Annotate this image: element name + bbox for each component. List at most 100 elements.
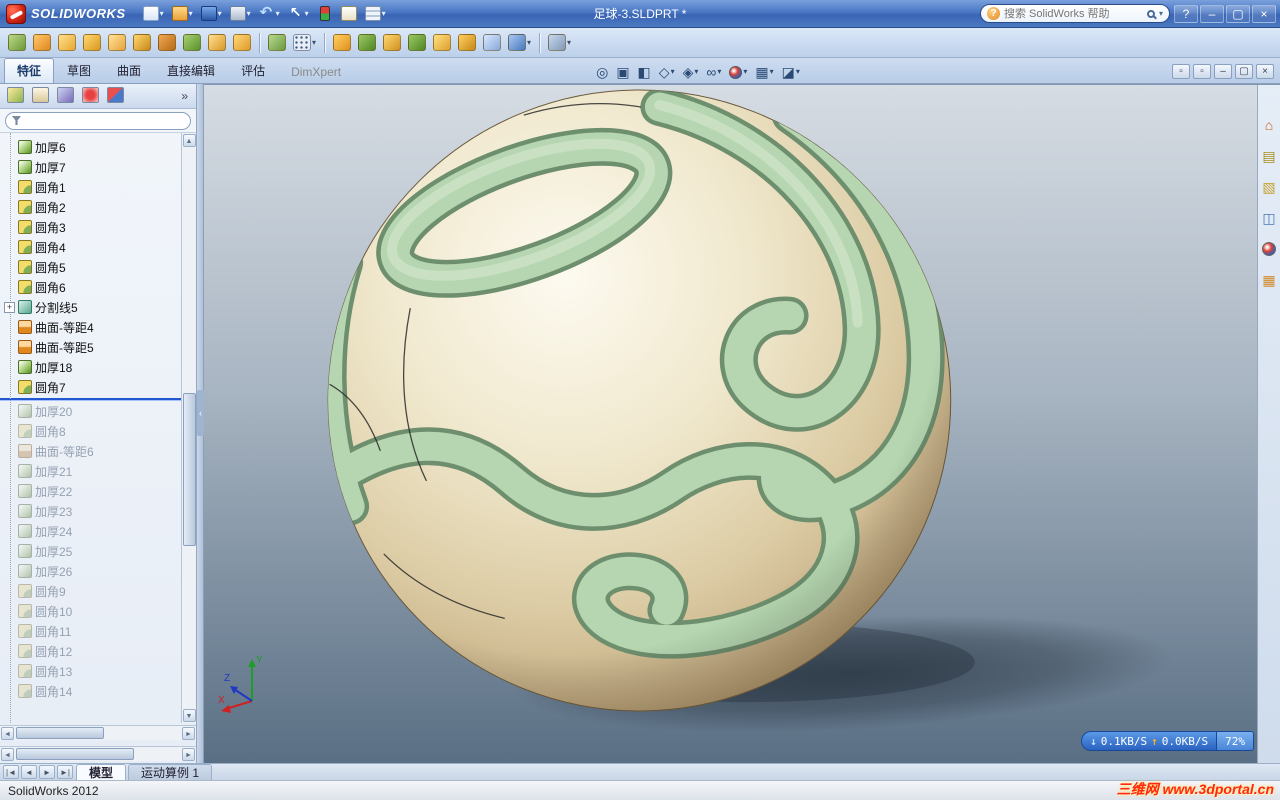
scroll-left-arrow[interactable]: ◄ bbox=[1, 747, 14, 761]
tab-features[interactable]: 特征 bbox=[4, 58, 55, 83]
expand-icon[interactable]: + bbox=[4, 301, 15, 313]
view-settings-button[interactable]: ◪ ▾ bbox=[780, 64, 802, 80]
tree-item[interactable]: 加厚18 bbox=[0, 357, 181, 377]
macro-tool-08-button[interactable] bbox=[181, 32, 203, 53]
macro-tool-17-button[interactable] bbox=[431, 32, 453, 53]
save-button[interactable]: ▾ bbox=[198, 4, 225, 23]
scroll-thumb[interactable] bbox=[16, 727, 105, 739]
tree-item[interactable]: 加厚23 bbox=[0, 501, 181, 521]
tree-item[interactable]: 加厚20 bbox=[0, 401, 181, 421]
design-library-button[interactable]: ▤ bbox=[1260, 146, 1279, 165]
custom-properties-button[interactable]: ▦ bbox=[1260, 270, 1279, 289]
tab-sketch[interactable]: 草图 bbox=[54, 58, 104, 83]
zoom-to-fit-button[interactable]: ◎ bbox=[594, 64, 610, 80]
dimxpertmanager-tab[interactable] bbox=[80, 85, 101, 108]
select-button[interactable]: ▾ bbox=[285, 4, 312, 23]
scroll-down-arrow[interactable]: ▼ bbox=[182, 709, 196, 722]
download-speed-overlay[interactable]: ↓ 0.1KB/S ↑ 0.0KB/S 72% bbox=[1081, 731, 1254, 751]
graphics-area[interactable]: Y X Z ⌂ ▤ ▧ ◫ ▦ ↓ 0.1KB/S ↑ 0.0KB/S 72% bbox=[204, 84, 1280, 763]
nav-prev-button[interactable]: ◄ bbox=[21, 765, 37, 779]
macro-tool-04-button[interactable] bbox=[81, 32, 103, 53]
appearances-scenes-button[interactable] bbox=[1260, 239, 1279, 258]
tree-filter-box[interactable] bbox=[5, 111, 191, 130]
tree-item[interactable]: 圆角7 bbox=[0, 377, 181, 397]
window-tile-2-button[interactable]: ▫ bbox=[1193, 64, 1211, 79]
help-button[interactable]: ? bbox=[1174, 4, 1198, 23]
tree-item[interactable]: 圆角12 bbox=[0, 641, 181, 661]
pane-horizontal-scrollbar[interactable]: ◄ ► bbox=[0, 746, 196, 761]
macro-tool-21-button[interactable]: ▾ bbox=[546, 32, 573, 53]
macro-tool-15-button[interactable] bbox=[381, 32, 403, 53]
print-button[interactable]: ▾ bbox=[227, 4, 254, 23]
macro-tool-10-button[interactable] bbox=[231, 32, 253, 53]
doc-minimize-button[interactable]: – bbox=[1214, 64, 1232, 79]
apply-scene-button[interactable]: ▦ ▾ bbox=[753, 64, 775, 80]
display-style-button[interactable]: ◈ ▾ bbox=[681, 64, 701, 80]
view-orientation-button[interactable]: ◇ ▾ bbox=[657, 64, 677, 80]
tree-item[interactable]: 圆角11 bbox=[0, 621, 181, 641]
doc-restore-button[interactable]: ▢ bbox=[1235, 64, 1253, 79]
macro-tool-06-button[interactable] bbox=[131, 32, 153, 53]
tree-vertical-scrollbar[interactable]: ▲ ▼ bbox=[181, 133, 196, 723]
tree-filter-input[interactable] bbox=[25, 114, 184, 127]
macro-tool-02-button[interactable] bbox=[31, 32, 53, 53]
undo-button[interactable]: ▾ bbox=[256, 3, 283, 23]
file-properties-button[interactable] bbox=[338, 4, 360, 23]
tree-item[interactable]: 曲面-等距6 bbox=[0, 441, 181, 461]
view-palette-button[interactable]: ◫ bbox=[1260, 208, 1279, 227]
macro-tool-07-button[interactable] bbox=[156, 32, 178, 53]
tree-item[interactable]: 加厚22 bbox=[0, 481, 181, 501]
tab-model[interactable]: 模型 bbox=[76, 764, 127, 780]
tab-direct-editing[interactable]: 直接编辑 bbox=[154, 58, 228, 83]
maximize-button[interactable]: ▢ bbox=[1226, 4, 1250, 23]
tree-horizontal-scrollbar[interactable]: ◄ ► bbox=[0, 725, 196, 740]
tree-item[interactable]: 圆角10 bbox=[0, 601, 181, 621]
macro-tool-13-button[interactable] bbox=[331, 32, 353, 53]
search-dropdown-icon[interactable]: ▾ bbox=[1159, 9, 1163, 18]
file-explorer-button[interactable]: ▧ bbox=[1260, 177, 1279, 196]
tree-item[interactable]: 加厚25 bbox=[0, 541, 181, 561]
tree-item[interactable]: 圆角8 bbox=[0, 421, 181, 441]
tree-item[interactable]: 圆角9 bbox=[0, 581, 181, 601]
nav-last-button[interactable]: ►| bbox=[57, 765, 73, 779]
help-search-box[interactable]: ? ▾ bbox=[980, 4, 1170, 23]
solidworks-menu-logo[interactable]: SOLIDWORKS bbox=[4, 3, 132, 24]
panel-splitter[interactable]: ‹ bbox=[197, 84, 204, 763]
tree-item[interactable]: 加厚7 bbox=[0, 157, 181, 177]
macro-tool-05-button[interactable] bbox=[106, 32, 128, 53]
scroll-thumb[interactable] bbox=[183, 392, 196, 546]
tree-item[interactable]: 曲面-等距5 bbox=[0, 337, 181, 357]
propertymanager-tab[interactable] bbox=[30, 85, 51, 108]
tree-item[interactable]: 圆角14 bbox=[0, 681, 181, 701]
scroll-up-arrow[interactable]: ▲ bbox=[182, 134, 196, 147]
tab-evaluate[interactable]: 评估 bbox=[228, 58, 278, 83]
close-button[interactable]: × bbox=[1252, 4, 1276, 23]
nav-next-button[interactable]: ► bbox=[39, 765, 55, 779]
tree-item[interactable]: 圆角3 bbox=[0, 217, 181, 237]
tree-item[interactable]: + 分割线5 bbox=[0, 297, 181, 317]
macro-tool-01-button[interactable] bbox=[6, 32, 28, 53]
scroll-right-arrow[interactable]: ► bbox=[182, 747, 195, 761]
splitter-collapse-icon[interactable]: ‹ bbox=[197, 389, 204, 436]
rollback-bar[interactable] bbox=[0, 398, 181, 400]
doc-close-button[interactable]: × bbox=[1256, 64, 1274, 79]
tree-item[interactable]: 圆角4 bbox=[0, 237, 181, 257]
macro-tool-14-button[interactable] bbox=[356, 32, 378, 53]
macro-tool-18-button[interactable] bbox=[456, 32, 478, 53]
macro-tool-20-button[interactable]: ▾ bbox=[506, 32, 533, 53]
displaymanager-tab[interactable] bbox=[105, 85, 126, 108]
tree-item[interactable]: 加厚21 bbox=[0, 461, 181, 481]
window-tile-1-button[interactable]: ▫ bbox=[1172, 64, 1190, 79]
search-icon[interactable] bbox=[1146, 9, 1155, 18]
open-document-button[interactable]: ▾ bbox=[169, 4, 196, 23]
macro-tool-03-button[interactable] bbox=[56, 32, 78, 53]
panel-more-button[interactable]: » bbox=[178, 89, 191, 103]
options-button[interactable]: ▾ bbox=[362, 4, 389, 23]
new-document-button[interactable]: ▾ bbox=[140, 4, 167, 23]
scroll-left-arrow[interactable]: ◄ bbox=[1, 726, 14, 740]
soccer-ball-model[interactable] bbox=[204, 85, 1280, 763]
configurationmanager-tab[interactable] bbox=[55, 85, 76, 108]
tree-item[interactable]: 加厚24 bbox=[0, 521, 181, 541]
minimize-button[interactable]: – bbox=[1200, 4, 1224, 23]
macro-tool-16-button[interactable] bbox=[406, 32, 428, 53]
